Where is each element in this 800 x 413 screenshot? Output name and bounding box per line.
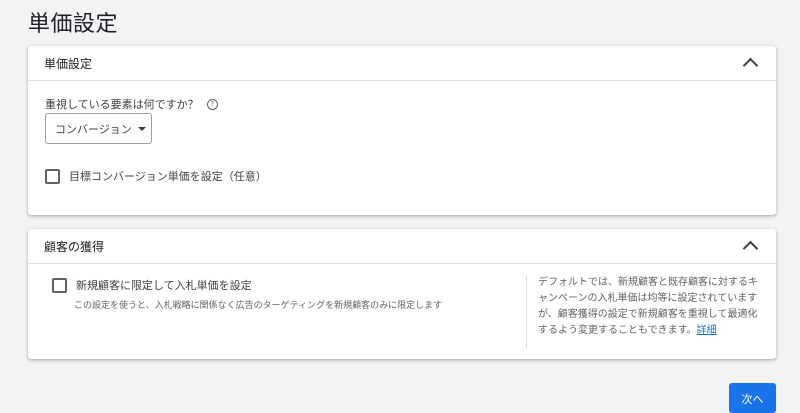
side-help-text: デフォルトでは、新規顧客と既存顧客に対するキャンペーンの入札単価は均等に設定され… <box>538 277 758 336</box>
target-cpa-label: 目標コンバージョン単価を設定（任意） <box>69 170 267 183</box>
chevron-up-icon[interactable] <box>742 240 759 257</box>
help-icon[interactable]: ? <box>206 98 218 110</box>
chevron-up-icon[interactable] <box>742 57 759 74</box>
bid-settings-header[interactable]: 単価設定 <box>28 46 776 81</box>
bid-settings-card: 単価設定 重視している要素は何ですか？ ? コンバージョン 目標コンバージョン単… <box>28 46 776 215</box>
next-button[interactable]: 次へ <box>729 383 776 413</box>
focus-question-label: 重視している要素は何ですか？ <box>45 98 199 111</box>
customer-acquisition-title: 顧客の獲得 <box>44 239 105 254</box>
focus-dropdown[interactable]: コンバージョン <box>45 113 152 144</box>
page-title: 単価設定 <box>28 12 119 37</box>
target-cpa-option[interactable]: 目標コンバージョン単価を設定（任意） <box>45 168 267 184</box>
new-customer-checkbox[interactable] <box>52 277 67 293</box>
dropdown-arrow-icon <box>137 126 146 131</box>
side-help: デフォルトでは、新規顧客と既存顧客に対するキャンペーンの入札単価は均等に設定され… <box>538 275 766 339</box>
new-customer-description: この設定を使うと、入札戦略に関係なく広告のターゲティングを新規顧客のみに限定しま… <box>74 301 443 311</box>
target-cpa-checkbox[interactable] <box>45 168 60 184</box>
vertical-divider <box>526 275 527 349</box>
customer-acquisition-card: 顧客の獲得 新規顧客に限定して入札単価を設定 この設定を使うと、入札戦略に関係な… <box>28 229 776 359</box>
focus-question: 重視している要素は何ですか？ ? <box>45 96 218 112</box>
learn-more-link[interactable]: 詳細 <box>697 325 717 336</box>
bid-settings-title: 単価設定 <box>44 56 93 71</box>
customer-acquisition-header[interactable]: 顧客の獲得 <box>28 229 776 264</box>
new-customer-label: 新規顧客に限定して入札単価を設定 <box>76 279 252 292</box>
new-customer-option[interactable]: 新規顧客に限定して入札単価を設定 <box>52 277 252 293</box>
focus-dropdown-value: コンバージョン <box>55 122 132 136</box>
